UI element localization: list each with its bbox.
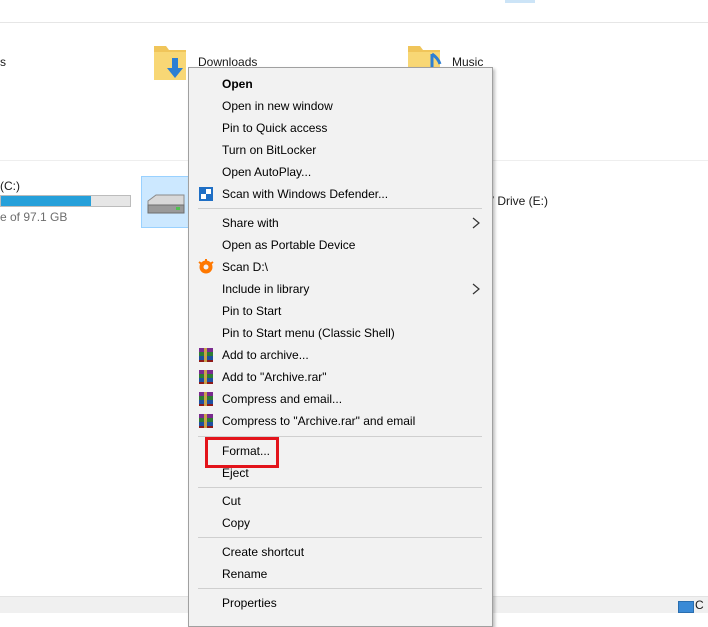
- menu-item-properties[interactable]: Properties: [189, 592, 492, 614]
- menu-item-create-shortcut[interactable]: Create shortcut: [189, 541, 492, 563]
- drive-e-label[interactable]: V Drive (E:): [486, 194, 548, 208]
- menu-item-open-new-window[interactable]: Open in new window: [189, 95, 492, 117]
- chevron-right-icon: [472, 283, 480, 295]
- ribbon-divider: [0, 22, 708, 23]
- menu-item-compress-email[interactable]: Compress and email...: [189, 388, 492, 410]
- menu-item-add-archive-rar[interactable]: Add to "Archive.rar": [189, 366, 492, 388]
- menu-separator: [198, 537, 482, 538]
- menu-item-label: Turn on BitLocker: [222, 143, 317, 157]
- menu-item-cut[interactable]: Cut: [189, 490, 492, 512]
- menu-item-scan-d[interactable]: Scan D:\: [189, 256, 492, 278]
- menu-item-label: Open in new window: [222, 99, 333, 113]
- menu-item-share-with[interactable]: Share with: [189, 212, 492, 234]
- menu-item-rename[interactable]: Rename: [189, 563, 492, 585]
- menu-item-include-library[interactable]: Include in library: [189, 278, 492, 300]
- drive-c-usage-bar: [0, 195, 131, 207]
- view-toggle-icon[interactable]: [678, 601, 694, 613]
- context-menu: Open Open in new window Pin to Quick acc…: [188, 67, 493, 627]
- menu-item-label: Share with: [222, 216, 279, 230]
- drive-c-free-space: e of 97.1 GB: [0, 210, 68, 224]
- winrar-icon: [199, 414, 213, 428]
- menu-item-label: Compress and email...: [222, 392, 343, 406]
- menu-item-label: Scan D:\: [222, 260, 269, 274]
- menu-item-label: Add to archive...: [222, 348, 309, 362]
- partial-folder-label: s: [0, 55, 6, 69]
- menu-item-label: Pin to Start menu (Classic Shell): [222, 326, 395, 340]
- menu-item-scan-defender[interactable]: Scan with Windows Defender...: [189, 183, 492, 205]
- menu-item-compress-rar-email[interactable]: Compress to "Archive.rar" and email: [189, 410, 492, 432]
- menu-item-label: Open as Portable Device: [222, 238, 356, 252]
- menu-item-label: Open AutoPlay...: [222, 165, 312, 179]
- menu-item-copy[interactable]: Copy: [189, 512, 492, 534]
- menu-item-label: Create shortcut: [222, 545, 305, 559]
- chevron-right-icon: [472, 217, 480, 229]
- winrar-icon: [199, 348, 213, 362]
- winrar-icon: [199, 392, 213, 406]
- menu-item-label: Eject: [222, 466, 249, 480]
- drive-d-tile[interactable]: [141, 176, 190, 228]
- menu-item-label: Pin to Start: [222, 304, 282, 318]
- menu-item-label: Add to "Archive.rar": [222, 370, 327, 384]
- menu-item-pin-quick-access[interactable]: Pin to Quick access: [189, 117, 492, 139]
- winrar-icon: [199, 370, 213, 384]
- menu-separator: [198, 487, 482, 488]
- top-selection-mark: [505, 0, 535, 3]
- menu-item-label: Rename: [222, 567, 268, 581]
- menu-item-label: Compress to "Archive.rar" and email: [222, 414, 416, 428]
- menu-item-add-to-archive[interactable]: Add to archive...: [189, 344, 492, 366]
- menu-item-turn-on-bitlocker[interactable]: Turn on BitLocker: [189, 139, 492, 161]
- menu-item-pin-to-start[interactable]: Pin to Start: [189, 300, 492, 322]
- format-highlight-box: [205, 437, 279, 468]
- menu-item-label: Pin to Quick access: [222, 121, 328, 135]
- downloads-folder-icon[interactable]: [152, 40, 188, 82]
- drive-c-usage-fill: [1, 196, 92, 206]
- menu-item-open-autoplay[interactable]: Open AutoPlay...: [189, 161, 492, 183]
- menu-item-label: Open: [222, 77, 253, 91]
- menu-item-pin-start-classic[interactable]: Pin to Start menu (Classic Shell): [189, 322, 492, 344]
- menu-item-label: Cut: [222, 494, 241, 508]
- menu-item-label: Properties: [222, 596, 277, 610]
- menu-item-label: Copy: [222, 516, 251, 530]
- menu-separator: [198, 588, 482, 589]
- menu-item-label: Include in library: [222, 282, 310, 296]
- menu-item-label: Scan with Windows Defender...: [222, 187, 389, 201]
- drive-c-label[interactable]: (C:): [0, 179, 20, 193]
- hard-drive-icon: [147, 194, 185, 214]
- menu-item-open-portable-device[interactable]: Open as Portable Device: [189, 234, 492, 256]
- menu-separator: [198, 208, 482, 209]
- shield-icon: [199, 187, 213, 201]
- avast-icon: [198, 259, 214, 274]
- status-bar-text: C: [695, 598, 704, 612]
- menu-item-open[interactable]: Open: [189, 73, 492, 95]
